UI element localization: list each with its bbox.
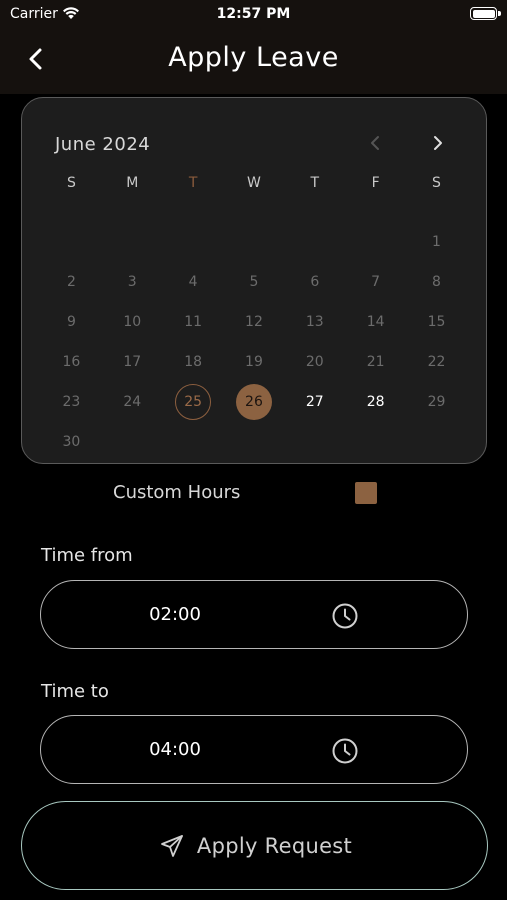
calendar-day: 3 <box>127 274 137 290</box>
nav-bar: Apply Leave <box>0 28 507 94</box>
calendar-day: 17 <box>123 354 142 370</box>
clock-icon <box>332 738 358 764</box>
calendar-day: 16 <box>62 354 81 370</box>
calendar-empty-cell <box>224 422 285 462</box>
calendar-empty-cell <box>345 222 406 262</box>
weekday-label: T <box>310 175 320 191</box>
calendar-day: 8 <box>432 274 441 290</box>
calendar-empty-cell <box>284 422 345 462</box>
calendar-day: 19 <box>245 354 263 370</box>
apply-request-label: Apply Request <box>196 834 353 858</box>
calendar-day: 29 <box>427 394 446 410</box>
calendar-day: 4 <box>188 274 198 290</box>
calendar-day: 7 <box>371 274 381 290</box>
calendar-week-row: 1 <box>41 222 467 262</box>
calendar-week-row: 30 <box>41 422 467 462</box>
time-to-value: 04:00 <box>149 739 201 760</box>
calendar-day: 21 <box>366 354 385 370</box>
calendar-empty-cell <box>284 222 345 262</box>
calendar-week-row: 23 24 25 26 27 28 29 <box>41 382 467 422</box>
status-time: 12:57 PM <box>216 6 291 22</box>
calendar-day: 14 <box>366 314 385 330</box>
calendar-empty-cell <box>102 422 163 462</box>
time-to-label: Time to <box>41 681 109 702</box>
calendar-empty-cell <box>224 222 285 262</box>
calendar-day: 9 <box>66 314 76 330</box>
weekday-label: F <box>371 175 380 191</box>
calendar-day: 24 <box>123 394 142 410</box>
calendar-day: 2 <box>66 274 76 290</box>
calendar-day: 23 <box>62 394 81 410</box>
calendar-week-row: 9 10 11 12 13 14 15 <box>41 302 467 342</box>
weekday-label: S <box>66 175 76 191</box>
weekday-label: S <box>432 175 441 191</box>
weekday-label: M <box>126 175 139 191</box>
weekday-label: T <box>188 175 198 191</box>
calendar-day: 6 <box>310 274 320 290</box>
calendar-week-row: 2 3 4 5 6 7 8 <box>41 262 467 302</box>
calendar-empty-cell <box>102 222 163 262</box>
calendar-day: 15 <box>427 314 446 330</box>
custom-hours-checkbox[interactable] <box>355 482 377 504</box>
calendar-day[interactable]: 28 <box>345 382 406 422</box>
chevron-right-icon[interactable] <box>426 132 448 154</box>
clock-icon <box>332 603 358 629</box>
page-title: Apply Leave <box>168 42 339 73</box>
calendar-month-label: June 2024 <box>55 134 151 155</box>
weekday-header-row: SMTWTFS <box>41 170 467 210</box>
chevron-left-icon[interactable] <box>365 132 387 154</box>
calendar-grid: S M T W T F S 1 2 3 4 5 6 7 8 9 10 11 12 13 14 15 16 17 18 19 20 21… <box>41 170 467 462</box>
calendar-card: June 2024 S M T W T F S 1 2 3 4 5 6 7 8 9 10 11 12 13 14 15 16… <box>21 97 487 464</box>
battery-icon <box>470 7 501 20</box>
calendar-empty-cell <box>163 422 224 462</box>
time-from-value: 02:00 <box>149 604 201 625</box>
apply-request-button[interactable]: Apply Request <box>21 801 488 890</box>
calendar-day: 13 <box>305 314 324 330</box>
calendar-week-row: 16 17 18 19 20 21 22 <box>41 342 467 382</box>
time-from-label: Time from <box>41 545 133 566</box>
calendar-empty-cell <box>41 222 102 262</box>
calendar-day: 11 <box>184 314 203 330</box>
calendar-day: 22 <box>427 354 446 370</box>
status-bar: Carrier 12:57 PM <box>0 0 507 28</box>
custom-hours-label: Custom Hours <box>113 482 241 503</box>
calendar-day[interactable]: 27 <box>284 382 345 422</box>
calendar-day: 1 <box>432 234 441 250</box>
calendar-empty-cell <box>345 422 406 462</box>
calendar-day: 12 <box>245 314 263 330</box>
send-icon <box>161 835 183 857</box>
weekday-label: W <box>247 175 261 191</box>
calendar-day: 30 <box>62 434 81 450</box>
calendar-empty-cell <box>163 222 224 262</box>
calendar-day: 20 <box>305 354 324 370</box>
time-from-field[interactable]: 02:00 <box>40 580 468 649</box>
calendar-day-today[interactable]: 25 <box>163 382 224 422</box>
calendar-day: 5 <box>249 274 259 290</box>
calendar-empty-cell <box>406 422 467 462</box>
calendar-day: 10 <box>123 314 142 330</box>
calendar-day: 18 <box>184 354 203 370</box>
calendar-day-selected[interactable]: 26 <box>224 382 285 422</box>
time-to-field[interactable]: 04:00 <box>40 715 468 784</box>
